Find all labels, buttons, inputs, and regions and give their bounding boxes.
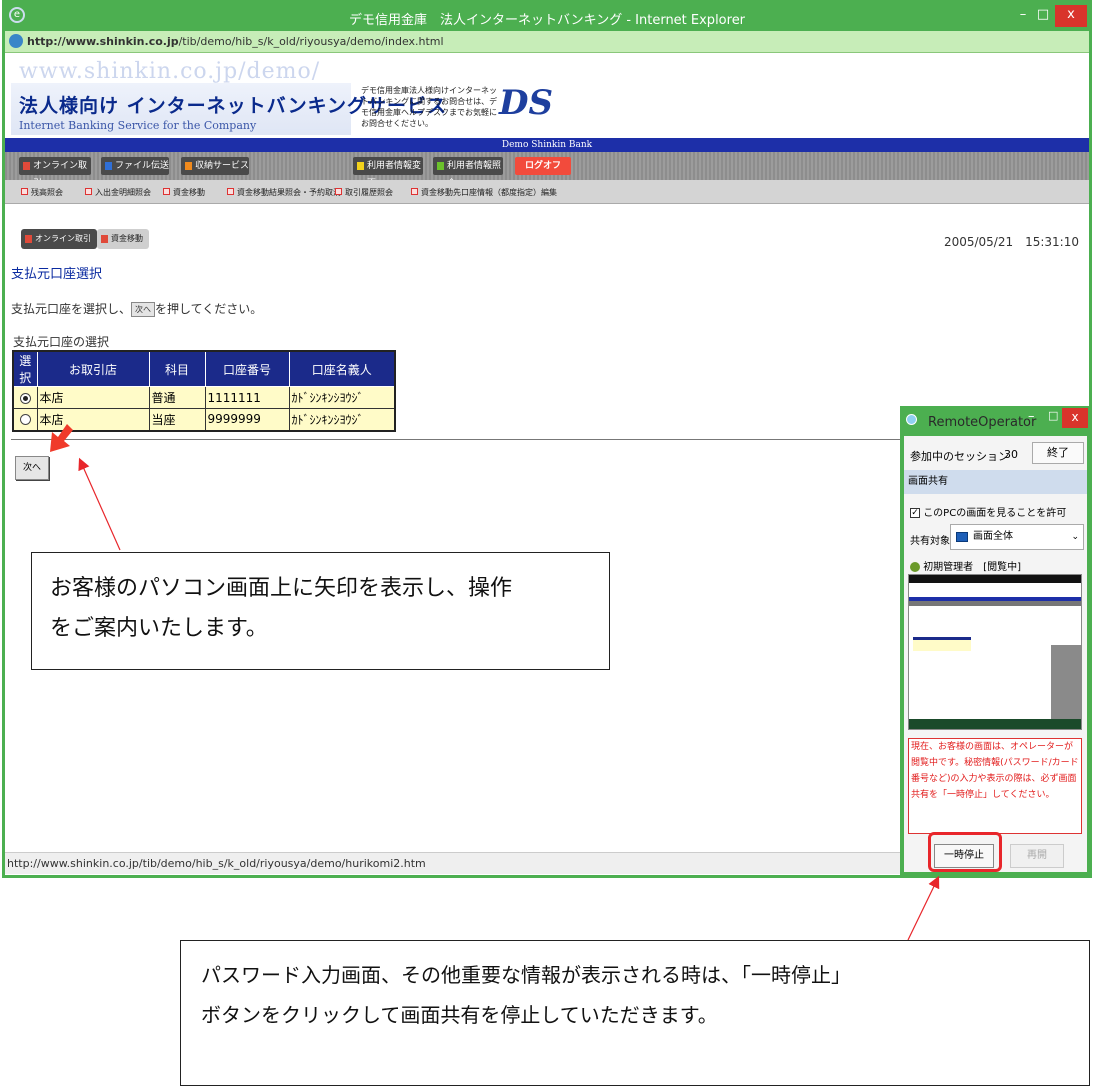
callout-text: お客様のパソコン画面上に矢印を表示し、操作 xyxy=(50,576,513,601)
callout-text: パスワード入力画面、その他重要な情報が表示される時は、「一時停止」 xyxy=(201,963,851,987)
callout-arrow-guidance: お客様のパソコン画面上に矢印を表示し、操作 をご案内いたします。 xyxy=(31,552,610,670)
callout-line-2 xyxy=(907,875,940,941)
callout-pause-guidance: パスワード入力画面、その他重要な情報が表示される時は、「一時停止」 ボタンをクリ… xyxy=(180,940,1090,1086)
callout-text: をご案内いたします。 xyxy=(50,616,268,641)
callout-text: ボタンをクリックして画面共有を停止していただきます。 xyxy=(201,1003,718,1027)
callout-line-1 xyxy=(78,457,121,551)
pointer-arrow-icon xyxy=(50,424,73,452)
annotation-arrows xyxy=(50,424,940,941)
